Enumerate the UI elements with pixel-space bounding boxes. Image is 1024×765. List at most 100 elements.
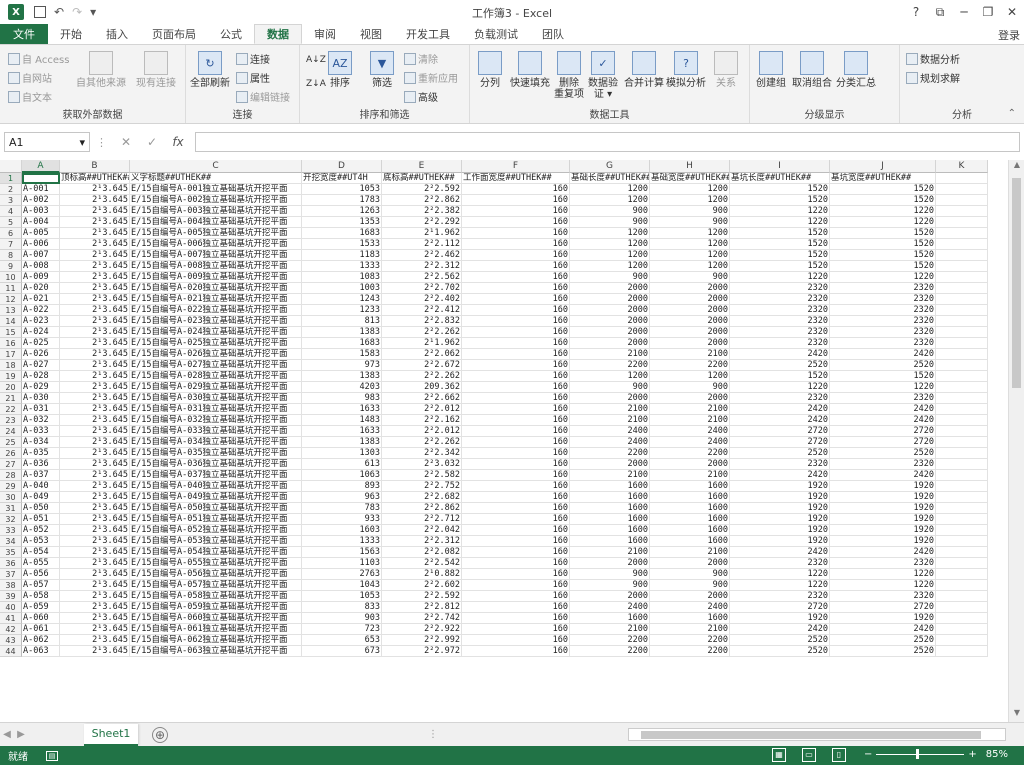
cell[interactable] (936, 184, 988, 195)
cell[interactable]: A-021 (22, 294, 60, 305)
cell[interactable]: 160 (462, 492, 570, 503)
cell[interactable] (936, 624, 988, 635)
row-header[interactable]: 16 (0, 338, 22, 349)
cell[interactable]: 2200 (650, 360, 730, 371)
column-header-c[interactable]: C (130, 160, 302, 173)
cell[interactable]: 1333 (302, 536, 382, 547)
subtotal-button[interactable]: 分类汇总 (836, 51, 876, 89)
cell[interactable]: 1520 (830, 228, 936, 239)
tab-split-handle[interactable]: ⋮ (428, 729, 438, 740)
column-header-j[interactable]: J (830, 160, 936, 173)
cell[interactable] (936, 525, 988, 536)
cell[interactable]: 2¹3.645 (60, 184, 130, 195)
cell[interactable]: 1083 (302, 272, 382, 283)
refresh-all-button[interactable]: ↻ 全部刷新 (190, 51, 230, 89)
flash-fill-button[interactable]: 快速填充 (510, 51, 550, 89)
cell[interactable]: 2000 (650, 591, 730, 602)
cell[interactable]: 2100 (570, 470, 650, 481)
tab-file[interactable]: 文件 (0, 24, 48, 44)
cell[interactable] (936, 635, 988, 646)
cell[interactable]: 1563 (302, 547, 382, 558)
cell[interactable]: 2¹3.645 (60, 283, 130, 294)
cell[interactable]: 2200 (650, 635, 730, 646)
cell[interactable]: A-025 (22, 338, 60, 349)
cell[interactable] (936, 393, 988, 404)
cell[interactable]: E/15自编号A-021独立基础基坑开挖平面 (130, 294, 302, 305)
vertical-scrollbar[interactable]: ▲ ▼ (1008, 160, 1024, 722)
cell[interactable]: 2²2.312 (382, 536, 462, 547)
cell[interactable]: E/15自编号A-023独立基础基坑开挖平面 (130, 316, 302, 327)
cell[interactable]: 1220 (830, 580, 936, 591)
cell[interactable]: 工作面宽度##UTHEK## (462, 173, 570, 184)
row-header[interactable]: 36 (0, 558, 22, 569)
column-header-k[interactable]: K (936, 160, 988, 173)
cell[interactable]: 1920 (830, 536, 936, 547)
cell[interactable]: A-056 (22, 569, 60, 580)
cell[interactable]: E/15自编号A-050独立基础基坑开挖平面 (130, 503, 302, 514)
cell[interactable]: 1920 (830, 492, 936, 503)
cell[interactable]: 1303 (302, 448, 382, 459)
cell[interactable]: E/15自编号A-051独立基础基坑开挖平面 (130, 514, 302, 525)
cell[interactable]: 160 (462, 349, 570, 360)
cell[interactable]: A-050 (22, 503, 60, 514)
cell[interactable]: E/15自编号A-020独立基础基坑开挖平面 (130, 283, 302, 294)
consolidate-button[interactable]: 合并计算 (624, 51, 664, 89)
sort-ascending-button[interactable]: A↓Z (306, 55, 326, 65)
cell[interactable]: 2100 (650, 415, 730, 426)
cell[interactable] (936, 536, 988, 547)
cell[interactable]: 2¹3.645 (60, 294, 130, 305)
cell[interactable] (936, 382, 988, 393)
cell[interactable]: 2720 (830, 426, 936, 437)
row-header[interactable]: 12 (0, 294, 22, 305)
cell[interactable]: 1920 (730, 503, 830, 514)
tab-data[interactable]: 数据 (254, 24, 302, 44)
cell[interactable] (936, 404, 988, 415)
cell[interactable]: 2¹3.645 (60, 316, 130, 327)
cell[interactable]: 2200 (570, 360, 650, 371)
cell[interactable]: 1220 (730, 206, 830, 217)
cell[interactable]: 2¹3.645 (60, 470, 130, 481)
cell[interactable]: 1600 (650, 492, 730, 503)
cell[interactable]: E/15自编号A-057独立基础基坑开挖平面 (130, 580, 302, 591)
cell[interactable]: A-034 (22, 437, 60, 448)
cell[interactable]: 2²2.712 (382, 514, 462, 525)
cell[interactable]: 2²2.972 (382, 646, 462, 657)
cell[interactable] (936, 283, 988, 294)
row-header[interactable]: 15 (0, 327, 22, 338)
cell[interactable]: 2²2.602 (382, 580, 462, 591)
cell[interactable]: 1520 (730, 261, 830, 272)
cell[interactable]: 1103 (302, 558, 382, 569)
cell[interactable]: 2¹3.645 (60, 503, 130, 514)
cell[interactable]: 160 (462, 470, 570, 481)
cell[interactable]: 900 (570, 580, 650, 591)
cell[interactable] (936, 602, 988, 613)
row-header[interactable]: 19 (0, 371, 22, 382)
cell[interactable]: 1520 (730, 184, 830, 195)
cell[interactable]: 1200 (650, 228, 730, 239)
cell[interactable]: 160 (462, 415, 570, 426)
row-header[interactable]: 42 (0, 624, 22, 635)
cell[interactable]: 基坑长度##UTHEK## (730, 173, 830, 184)
cell[interactable]: 2320 (830, 305, 936, 316)
cell[interactable]: 1063 (302, 470, 382, 481)
cell[interactable]: 2¹3.645 (60, 382, 130, 393)
cell[interactable]: 1220 (830, 569, 936, 580)
row-header[interactable]: 37 (0, 569, 22, 580)
cell[interactable]: E/15自编号A-059独立基础基坑开挖平面 (130, 602, 302, 613)
cell[interactable]: 1520 (730, 371, 830, 382)
cell[interactable]: 2000 (650, 338, 730, 349)
cell[interactable]: 2¹3.645 (60, 635, 130, 646)
restore-button[interactable]: ❐ (976, 0, 1000, 24)
cell[interactable]: 2000 (570, 558, 650, 569)
cell[interactable]: 2¹3.645 (60, 536, 130, 547)
cell[interactable]: E/15自编号A-040独立基础基坑开挖平面 (130, 481, 302, 492)
properties-button[interactable]: 属性 (236, 70, 270, 85)
row-header[interactable]: 1 (0, 173, 22, 184)
cell[interactable]: 2¹3.645 (60, 195, 130, 206)
cell[interactable]: 1200 (650, 250, 730, 261)
cell[interactable]: 2000 (570, 591, 650, 602)
row-header[interactable]: 27 (0, 459, 22, 470)
insert-function-button[interactable]: fx (165, 135, 191, 149)
row-header[interactable]: 40 (0, 602, 22, 613)
save-icon[interactable] (34, 6, 46, 18)
